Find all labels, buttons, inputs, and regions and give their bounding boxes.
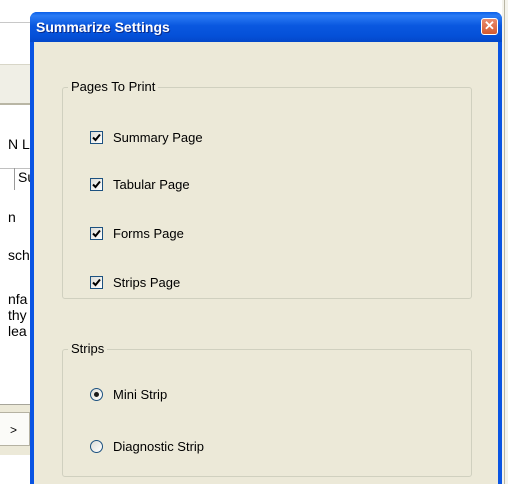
forms-page-label: Forms Page [113,226,184,241]
bg-text-fragment: lea [8,323,27,339]
strips-page-checkbox[interactable] [90,276,103,289]
bg-text-fragment: thy [8,307,27,323]
summary-page-checkbox[interactable] [90,131,103,144]
checkmark-icon [92,180,101,189]
bg-nav-button[interactable]: > [0,412,30,446]
checkmark-icon [92,278,101,287]
bg-right-border [504,0,505,484]
summary-page-checkbox-row[interactable]: Summary Page [90,130,203,145]
bg-text-fragment: N L [8,136,30,152]
bg-text-fragment: nfa [8,291,28,307]
bg-text-fragment: sch [8,247,30,263]
diagnostic-strip-label: Diagnostic Strip [113,439,205,454]
tabular-page-label: Tabular Page [113,177,190,192]
bg-text-fragment: n [8,209,16,225]
radio-selected-dot [94,392,99,397]
checkmark-icon [92,133,101,142]
summary-page-label: Summary Page [113,130,203,145]
checkmark-icon [92,229,101,238]
bg-right-edge [502,0,508,484]
forms-page-checkbox[interactable] [90,227,103,240]
diagnostic-strip-radio-row[interactable]: Diagnostic Strip [90,439,204,454]
tabular-page-checkbox[interactable] [90,178,103,191]
dialog-title: Summarize Settings [36,19,170,35]
mini-strip-radio[interactable] [90,388,103,401]
dialog-client-area: Pages To Print Summary Page Tabular Page… [34,42,498,484]
mini-strip-label: Mini Strip [113,387,168,402]
title-bar[interactable]: Summarize Settings ✕ [30,12,502,42]
close-icon: ✕ [484,18,495,33]
bg-column-divider [14,168,15,190]
strips-legend: Strips [68,341,108,356]
summarize-settings-dialog: Summarize Settings ✕ Pages To Print Summ… [30,12,502,484]
pages-to-print-legend: Pages To Print [68,79,159,94]
tabular-page-checkbox-row[interactable]: Tabular Page [90,177,190,192]
mini-strip-radio-row[interactable]: Mini Strip [90,387,167,402]
close-button[interactable]: ✕ [481,18,498,35]
strips-page-label: Strips Page [113,275,181,290]
forms-page-checkbox-row[interactable]: Forms Page [90,226,184,241]
diagnostic-strip-radio[interactable] [90,440,103,453]
pages-to-print-group [62,87,472,299]
strips-page-checkbox-row[interactable]: Strips Page [90,275,180,290]
strips-group [62,349,472,477]
